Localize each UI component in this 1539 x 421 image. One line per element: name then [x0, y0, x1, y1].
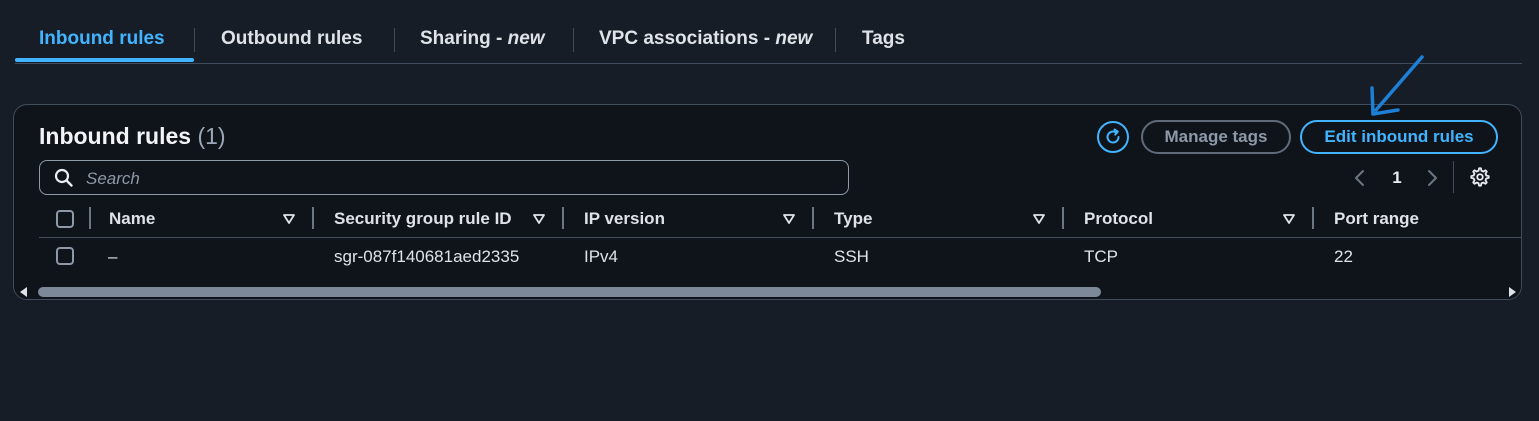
column-header-name[interactable]: Name: [109, 201, 155, 237]
panel-title: Inbound rules (1): [39, 123, 226, 150]
search-box: [39, 160, 849, 196]
scroll-left-icon[interactable]: [19, 287, 29, 297]
table-header: Name Security group rule ID IP version T…: [14, 201, 1521, 237]
tabs-bar: Inbound rules Outbound rules Sharing - n…: [15, 16, 1522, 64]
tab-divider: [835, 28, 836, 52]
search-input[interactable]: [84, 161, 838, 196]
column-header-type[interactable]: Type: [834, 201, 872, 237]
tab-label: Sharing -: [420, 28, 508, 49]
refresh-button[interactable]: [1097, 121, 1129, 153]
new-badge: new: [775, 28, 813, 49]
active-tab-indicator: [15, 58, 194, 62]
column-divider: [89, 207, 91, 229]
horizontal-scrollbar[interactable]: [14, 285, 1521, 299]
tab-label: VPC associations -: [599, 28, 776, 49]
refresh-icon: [1106, 128, 1120, 144]
column-header-ip-version[interactable]: IP version: [584, 201, 665, 237]
column-divider: [1062, 207, 1064, 229]
tab-divider: [194, 28, 195, 52]
tab-divider: [573, 28, 574, 52]
column-divider: [312, 207, 314, 229]
column-header-rule-id[interactable]: Security group rule ID: [334, 201, 512, 237]
tab-label: Inbound rules: [39, 28, 165, 49]
cell-type: SSH: [834, 247, 869, 266]
cell-protocol: TCP: [1084, 247, 1118, 266]
rule-count: (1): [197, 123, 226, 149]
table-row[interactable]: – sgr-087f140681aed2335 IPv4 SSH TCP 22: [14, 238, 1521, 276]
sort-icon[interactable]: [282, 212, 296, 226]
tab-divider: [394, 28, 395, 52]
column-divider: [1312, 207, 1314, 229]
panel-title-text: Inbound rules: [39, 123, 192, 149]
tab-outbound-rules[interactable]: Outbound rules: [221, 16, 362, 60]
edit-inbound-rules-button[interactable]: Edit inbound rules: [1300, 120, 1498, 154]
cell-name: –: [108, 247, 118, 266]
tab-label: Outbound rules: [221, 28, 363, 49]
new-badge: new: [507, 28, 545, 49]
tab-label: Tags: [862, 28, 905, 49]
gear-icon[interactable]: [1469, 166, 1491, 188]
manage-tags-label: Manage tags: [1164, 127, 1268, 146]
sort-icon[interactable]: [1032, 212, 1046, 226]
sort-icon[interactable]: [1282, 212, 1296, 226]
annotation-arrow-icon: [1370, 55, 1424, 116]
cell-port-range: 22: [1334, 247, 1353, 266]
search-icon: [54, 168, 73, 187]
previous-page-icon[interactable]: [1352, 165, 1368, 191]
column-header-port-range[interactable]: Port range: [1334, 201, 1419, 237]
cell-rule-id: sgr-087f140681aed2335: [334, 247, 520, 266]
tab-tags[interactable]: Tags: [862, 16, 905, 60]
sort-icon[interactable]: [782, 212, 796, 226]
row-checkbox[interactable]: [56, 247, 74, 265]
column-header-protocol[interactable]: Protocol: [1084, 201, 1153, 237]
inbound-rules-panel: Inbound rules (1) Manage tags Edit inbou…: [13, 104, 1522, 300]
sort-icon[interactable]: [532, 212, 546, 226]
cell-ip-version: IPv4: [584, 247, 619, 266]
column-divider: [812, 207, 814, 229]
scroll-right-icon[interactable]: [1507, 287, 1517, 297]
current-page-number[interactable]: 1: [1389, 165, 1405, 191]
edit-inbound-rules-label: Edit inbound rules: [1324, 127, 1474, 146]
tab-inbound-rules[interactable]: Inbound rules: [39, 16, 165, 60]
manage-tags-button[interactable]: Manage tags: [1141, 120, 1291, 154]
scrollbar-thumb[interactable]: [38, 287, 1101, 297]
tab-sharing[interactable]: Sharing - new: [420, 16, 545, 60]
column-divider: [562, 207, 564, 229]
select-all-checkbox[interactable]: [56, 210, 74, 228]
next-page-icon[interactable]: [1424, 165, 1440, 191]
tab-vpc-associations[interactable]: VPC associations - new: [599, 16, 812, 60]
pagination-divider: [1453, 161, 1454, 193]
